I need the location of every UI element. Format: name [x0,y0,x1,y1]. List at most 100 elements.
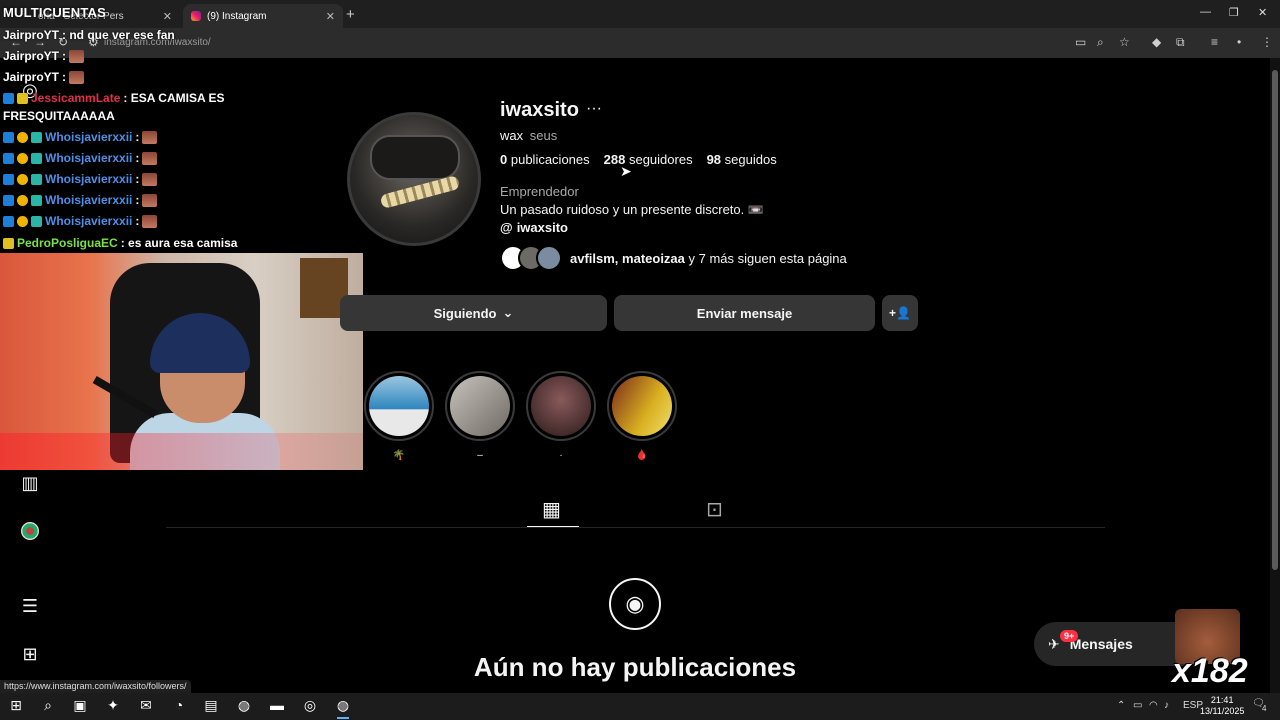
chat-message: JessicammLate : ESA CAMISA ES [3,91,225,105]
chat-message: Whoisjavierxxii : [3,130,158,144]
prime-badge-icon [3,173,14,185]
following-stat-link[interactable]: 98 seguidos [707,152,777,167]
new-tab-button[interactable]: + [346,6,355,23]
chat-username: JairproYT [3,70,60,84]
send-message-label: Enviar mensaje [696,305,793,321]
wifi-icon[interactable]: ◠ [1149,700,1158,711]
more-menu-icon[interactable]: ☰ [14,596,46,617]
tab-label: (9) Instagram [207,10,267,22]
profile-avatar[interactable] [347,112,481,246]
chat-text: : nd que ver ese fan [62,28,175,42]
posts-stat: 0 publicaciones [500,152,590,167]
media-control-icon[interactable]: ≡ [1211,35,1218,49]
story-highlight[interactable]: – [445,371,515,462]
clock-time: 21:41 [1210,695,1234,705]
task-view-icon[interactable]: ▣ [71,697,89,715]
close-tab-icon[interactable]: ✕ [326,10,335,23]
emote-icon [142,193,158,207]
story-highlight[interactable]: 🩸 [607,371,677,462]
profile-nav-avatar[interactable] [21,522,39,540]
tagged-tab-icon[interactable]: ⊡ [706,497,723,522]
threads-handle: iwaxsito [516,220,568,235]
options-more-icon[interactable]: ··· [586,100,602,118]
start-windows-icon[interactable]: ⊞ [7,697,25,715]
chat-username: JessicammLate [31,91,121,105]
led-glow [0,433,363,470]
chat-message: Whoisjavierxxii : [3,193,158,207]
restore-icon[interactable]: ❐ [1229,6,1239,19]
chrome-active-icon[interactable]: ◍ [334,697,352,719]
messages-send-icon: ✈ [1048,635,1060,652]
avatar-bracelet [379,174,461,210]
followed-by-names: avfilsm, mateoizaa [570,250,685,266]
posts-grid-tab-icon[interactable]: ▦ [542,497,561,522]
tabs-divider [166,527,1105,528]
menu-kebab-icon[interactable]: ⋮ [1261,35,1273,49]
chat-message: JairproYT : nd que ver ese fan [3,28,175,42]
search-icon[interactable]: ⌕ [39,697,57,715]
extensions-puzzle-icon[interactable]: ⧉ [1176,35,1185,50]
story-highlight[interactable]: · [526,371,596,462]
close-window-icon[interactable]: ✕ [1258,6,1267,19]
sub-badge-icon [31,215,42,227]
store-icon[interactable]: ▤ [202,697,220,715]
browser-tab-instagram[interactable]: (9) Instagram ✕ [183,4,343,28]
chat-message: PedroPosliguaEC : es aura esa camisa [3,236,237,250]
chat-username: Whoisjavierxxii [45,214,133,228]
file-explorer-icon[interactable]: ▬ [268,697,286,715]
profile-username: iwaxsito [500,99,579,121]
sub-badge-icon [17,92,28,104]
overlay-counter: x182 [1172,652,1248,690]
highlight-image [450,376,510,436]
chat-message: Whoisjavierxxii : [3,214,158,228]
zoom-icon[interactable]: ⌕ [1097,35,1104,50]
chat-text: : [135,193,140,207]
prime-badge-icon [3,131,14,143]
taskbar-clock[interactable]: 21:41 13/11/2025 [1200,695,1244,717]
tray-app-icon[interactable]: ▭ [1133,700,1142,711]
full-name-text: wax [500,128,524,143]
highlight-label: 🌴 [392,450,406,461]
followed-by[interactable]: avfilsm, mateoizaa y 7 más siguen esta p… [500,245,847,271]
chat-text: : [135,130,140,144]
dashboard-icon[interactable]: ▥ [14,473,46,494]
followers-stat-link[interactable]: 288 seguidores [604,152,693,167]
scrollbar-thumb[interactable] [1272,70,1278,570]
active-tab-indicator [527,526,579,527]
chat-username: Whoisjavierxxii [45,193,133,207]
emote-icon [142,151,158,165]
chrome-icon[interactable]: ◍ [235,697,253,715]
outlook-icon[interactable]: ✉ [137,697,155,715]
profile-full-name: wax seus [500,128,557,143]
status-url-bar: https://www.instagram.com/iwaxsito/follo… [0,680,191,693]
camera-icon: ◉ [609,578,661,630]
send-message-button[interactable]: Enviar mensaje [614,295,875,331]
copilot-icon[interactable]: ✦ [104,697,122,715]
suggested-users-button[interactable]: +👤 [882,295,918,331]
minimize-icon[interactable]: — [1200,6,1211,18]
following-button[interactable]: Siguiendo ⌄ [340,295,607,331]
tray-chevron-up-icon[interactable]: ⌃ [1117,700,1125,711]
edge-icon[interactable]: ◔ [170,697,188,715]
profile-icon[interactable]: • [1237,35,1241,49]
chat-username: PedroPosliguaEC [17,236,118,250]
sub-badge-icon [31,152,42,164]
chat-username: JairproYT [3,49,60,63]
threads-link[interactable]: @ iwaxsito [500,220,568,235]
emote-icon [142,130,158,144]
extension-diamond-icon[interactable]: ◆ [1152,35,1161,49]
volume-icon[interactable]: ♪ [1164,700,1169,711]
bookmark-star-icon[interactable]: ☆ [1119,35,1130,49]
chat-text: : ESA CAMISA ES [123,91,225,105]
highlight-label: 🩸 [635,450,649,461]
cast-icon[interactable]: ▭ [1075,35,1086,49]
profile-category: Emprendedor [500,184,579,199]
story-highlight[interactable]: 🌴 [364,371,434,462]
threads-icon: @ [500,220,513,235]
mouse-pointer-icon: ➤ [620,163,632,179]
emote-icon [142,214,158,228]
close-tab-icon[interactable]: ✕ [163,10,172,23]
followed-by-rest: y 7 más siguen esta página [684,250,847,266]
obs-icon[interactable]: ◎ [301,697,319,715]
overlay-title: MULTICUENTAS [3,5,107,20]
